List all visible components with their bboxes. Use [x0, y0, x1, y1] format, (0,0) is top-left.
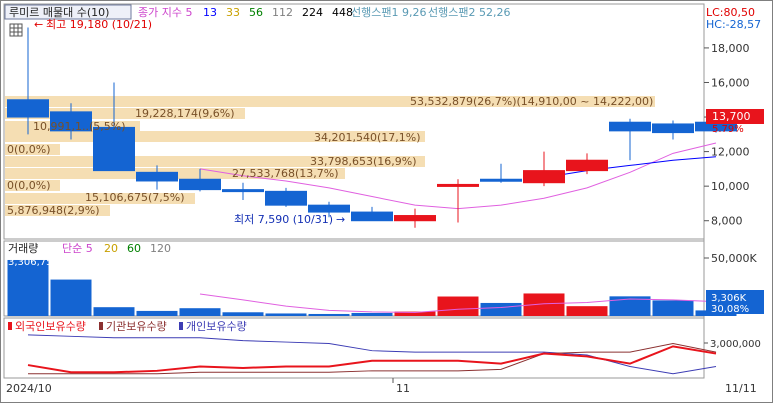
hc-value: HC:-28,57 — [706, 18, 761, 31]
volume-profile-label: 34,201,540(17,1%) — [314, 131, 421, 144]
volume-bar — [222, 312, 264, 316]
volume-profile-label: 10,991,1..(5,5%) — [33, 120, 126, 133]
volume-profile-label: 5,876,948(2,9%) — [7, 204, 100, 217]
holder-legend-swatch — [99, 322, 103, 330]
volume-profile-label: 27,533,768(13,7%) — [232, 167, 339, 180]
x-label-nov: 11 — [396, 382, 410, 395]
ma-period-448: 448 — [332, 6, 353, 19]
candle-body — [394, 215, 436, 222]
price-axis-label: 18,000 — [711, 42, 750, 55]
holder-legend: 외국인보유수량 기관보유수량 개인보유수량 — [8, 320, 247, 333]
volume-bar — [50, 279, 92, 316]
volume-ma-period-legend: 20 60 120 — [104, 242, 171, 255]
price-axis-label: 16,000 — [711, 76, 750, 89]
current-volume-pct: 30,08% — [711, 304, 749, 315]
volume-bar — [93, 307, 135, 316]
volume-axis-label: 50,000K — [711, 252, 757, 265]
volume-bar — [136, 310, 178, 316]
holder-legend-swatch — [179, 322, 183, 330]
volume-bar — [437, 296, 479, 316]
volume-axis: 50,000K — [704, 252, 757, 265]
volume-ma-period-20: 20 — [104, 242, 118, 255]
volume-bar — [179, 308, 221, 316]
holder-legend-swatch — [8, 322, 12, 330]
volume-bar — [566, 306, 608, 316]
price-axis-label: 10,000 — [711, 180, 750, 193]
volume-profile-label: 0(0,0%) — [7, 143, 51, 156]
candle-body — [437, 183, 479, 187]
current-volume: 3,306K — [711, 293, 747, 304]
candle-body — [265, 190, 307, 206]
candle-body — [93, 126, 135, 172]
volume-ma-period-120: 120 — [150, 242, 171, 255]
candle-body — [222, 189, 264, 193]
candle-body — [179, 178, 221, 191]
volume-bar — [308, 313, 350, 316]
ma-period-13: 13 — [203, 6, 217, 19]
high-arrow-icon: ← — [34, 18, 43, 31]
volume-profile-label: 0(0,0%) — [7, 179, 51, 192]
chart-window: 53,532,879(26,7%)(14,910,00 ~ 14,222,00)… — [0, 0, 773, 403]
volume-profile-label: 15,106,675(7,5%) — [85, 191, 185, 204]
high-annotation: 최고 19,180 (10/21) — [46, 18, 152, 31]
volume-legend-label: 거래량 — [8, 242, 38, 255]
stock-chart[interactable]: 53,532,879(26,7%)(14,910,00 ~ 14,222,00)… — [0, 0, 773, 403]
signal-line-2-label: 선행스팬2 52,26 — [428, 6, 510, 19]
candle-body — [351, 211, 393, 222]
candle-body — [609, 121, 651, 132]
current-price: 13,700 — [712, 110, 751, 123]
volume-profile-label: 53,532,879(26,7%)(14,910,00 ~ 14,222,00) — [410, 95, 653, 108]
volume-profile-label: 19,228,174(9,6%) — [135, 107, 235, 120]
candle-body — [136, 171, 178, 182]
holder-legend-label: 개인보유수량 — [186, 320, 247, 333]
volume-bar — [7, 259, 49, 316]
candle-body — [480, 178, 522, 182]
holder-legend-label: 외국인보유수량 — [15, 320, 86, 333]
price-axis-label: 8,000 — [711, 215, 743, 228]
x-label-start: 2024/10 — [6, 382, 52, 395]
current-change-pct: 5.79% — [712, 124, 744, 135]
price-axis-label: 12,000 — [711, 146, 750, 159]
low-arrow-icon: → — [336, 213, 345, 226]
holder-axis-label: 3,000,000 — [710, 339, 761, 350]
ma-period-56: 56 — [249, 6, 263, 19]
volume-bar — [351, 312, 393, 316]
signal-line-1-label: 선행스팬1 9,26 — [351, 6, 426, 19]
holder-legend-label: 기관보유수량 — [106, 320, 167, 333]
ma-period-112: 112 — [272, 6, 293, 19]
ma-period-33: 33 — [226, 6, 240, 19]
candle-body — [652, 123, 694, 134]
table-icon[interactable] — [9, 23, 23, 37]
volume-ma-period-60: 60 — [127, 242, 141, 255]
low-annotation: 최저 7,590 (10/31) — [234, 213, 333, 226]
candle-body — [7, 99, 49, 118]
candle-body — [566, 159, 608, 172]
volume-bar — [265, 313, 307, 316]
volume-ma-legend-label: 단순 5 — [62, 242, 93, 255]
candle-body — [308, 204, 350, 213]
volume-max-label: 3,306,753주(30,08%) — [8, 257, 114, 268]
candle-body — [523, 170, 565, 184]
volume-bar — [652, 300, 694, 316]
volume-bar — [480, 302, 522, 316]
ma-period-224: 224 — [302, 6, 323, 19]
x-label-end: 11/11 — [725, 382, 757, 395]
